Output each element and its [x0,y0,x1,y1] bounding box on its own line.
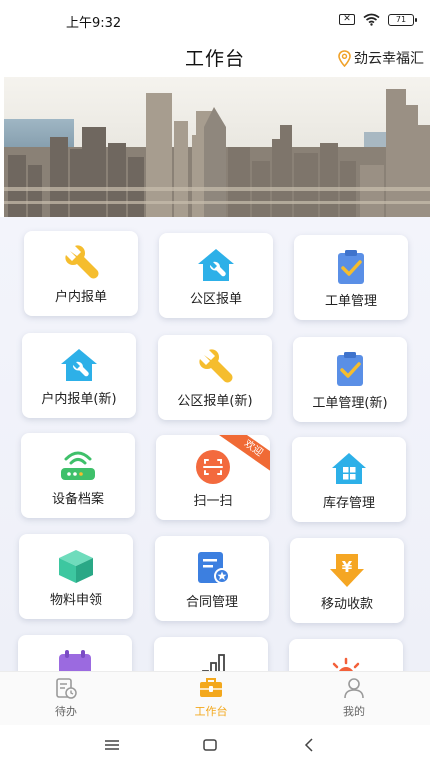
battery-icon: 71 [388,13,417,26]
status-icons: ✕ 71 [339,13,417,26]
grid-item-label: 户内报单 [54,290,107,305]
house-wrench-icon [198,249,234,281]
grid-item-calendar[interactable] [18,635,132,671]
clipboard-check-icon [337,352,363,386]
tab-label: 待办 [55,705,77,718]
grid-item-label: 扫一扫 [193,494,233,509]
grid-item-label: 工单管理(新) [312,396,388,411]
grid-item-scan[interactable]: 扫一扫 欢迎 [156,435,270,520]
status-bar: 上午9:32 ✕ 71 [0,0,430,38]
city-skyline-image [4,77,430,217]
tab-label: 工作台 [194,705,228,718]
toolbox-icon [200,678,222,697]
cube-icon [59,550,93,583]
grid-item-public-order[interactable]: 公区报单 [159,233,273,318]
wrench-icon [199,349,233,383]
router-icon [61,451,95,480]
menu-icon[interactable] [104,738,120,752]
todo-icon [56,678,77,699]
function-grid: 户内报单 公区报单 工单管理 户内报单(新) 公区报单(新) 工单管理(新) 设… [0,217,430,671]
app-header: 工作台 劲云幸福汇 [0,38,430,76]
location-name: 劲云幸福汇 [354,51,424,67]
city-banner[interactable] [4,77,430,217]
grid-item-workorder-manage-new[interactable]: 工单管理(新) [293,337,407,422]
grid-item-label: 合同管理 [185,595,238,610]
clipboard-check-icon [338,250,364,284]
grid-item-label: 公区报单 [189,292,242,307]
grid-item-label: 库存管理 [322,496,375,511]
svg-text:¥: ¥ [342,558,353,576]
house-wrench-icon [61,349,97,381]
tab-mine[interactable]: 我的 [314,676,394,719]
wrench-icon [65,245,99,279]
grid-item-label: 设备档案 [51,492,104,507]
scan-icon [196,450,230,484]
grid-item-indoor-order[interactable]: 户内报单 [24,231,138,316]
back-icon[interactable] [302,738,316,752]
grid-item-contract[interactable]: 合同管理 [155,536,269,621]
person-icon [344,678,364,699]
no-sim-icon: ✕ [339,14,355,25]
house-grid-icon [332,453,366,484]
wifi-icon [363,13,380,26]
grid-item-label: 移动收款 [320,597,373,612]
bottom-nav: 待办 工作台 我的 [0,671,430,725]
grid-item-statistics[interactable] [154,637,268,671]
grid-item-indoor-order-new[interactable]: 户内报单(新) [22,333,136,418]
grid-item-device-archive[interactable]: 设备档案 [21,433,135,518]
location-pin-icon [338,49,351,67]
status-time: 上午9:32 [66,16,122,31]
grid-item-label: 工单管理 [324,294,377,309]
grid-item-weather[interactable] [289,639,403,671]
home-icon[interactable] [202,738,218,752]
sun-icon [332,657,360,671]
grid-item-public-order-new[interactable]: 公区报单(新) [158,335,272,420]
yen-arrow-icon: ¥ [330,554,364,587]
grid-item-label: 公区报单(新) [177,394,253,409]
grid-item-mobile-payment[interactable]: ¥ 移动收款 [290,538,404,623]
bar-chart-icon [202,654,225,671]
contract-icon [198,552,230,584]
system-nav-bar [0,725,430,766]
tab-label: 我的 [343,705,365,718]
grid-item-label: 户内报单(新) [41,392,117,407]
grid-item-workorder-manage[interactable]: 工单管理 [294,235,408,320]
grid-item-inventory[interactable]: 库存管理 [292,437,406,522]
calendar-icon [59,650,91,671]
location-selector[interactable]: 劲云幸福汇 [338,48,424,68]
tab-workbench[interactable]: 工作台 [171,676,251,719]
grid-item-material-apply[interactable]: 物料申领 [19,534,133,619]
grid-item-label: 物料申领 [49,593,102,608]
tab-todo[interactable]: 待办 [26,676,106,719]
